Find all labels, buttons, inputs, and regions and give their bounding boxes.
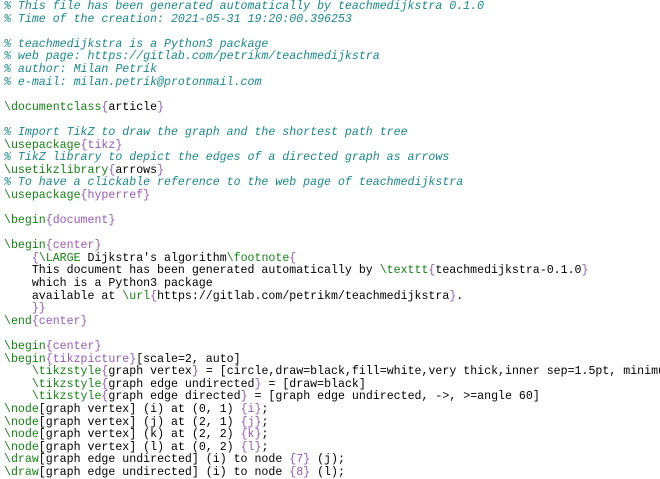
comment-token: % author: Milan Petrík (4, 62, 158, 76)
command-token: \end (4, 314, 32, 328)
text-token: This document has been generated automat… (4, 264, 380, 278)
argument-token: } (240, 390, 248, 404)
text-token: arrows (115, 163, 158, 177)
command-token: \node (4, 403, 39, 416)
code-line[interactable]: \usepackage{hyperref} (0, 188, 660, 203)
command-token: \documentclass (4, 100, 102, 114)
argument-token: {tikzpicture} (45, 352, 137, 366)
command-token: \tikzstyle (31, 365, 102, 379)
text-token: graph edge directed (108, 390, 241, 404)
argument-token: {k} (240, 428, 262, 442)
argument-token: {l} (240, 440, 262, 454)
argument-token: {i} (240, 403, 262, 416)
argument-token: } (191, 365, 199, 379)
text-token: ; (261, 428, 269, 442)
command-token: \texttt (379, 264, 429, 278)
text-token: teachmedijkstra-0.1.0 (435, 264, 582, 278)
text-token: . (456, 289, 464, 303)
argument-token: {center} (45, 239, 102, 253)
comment-token: % teachmedijkstra is a Python3 package (4, 37, 269, 51)
command-token: \begin (4, 340, 46, 354)
text-token: (j); (310, 453, 345, 467)
comment-token: % web page: https://gitlab.com/petrikm/t… (4, 50, 380, 64)
command-token: \usepackage (4, 188, 81, 202)
comment-token: % This file has been generated automatic… (4, 0, 485, 13)
command-token: \usetikzlibrary (4, 163, 109, 177)
text-token: graph vertex (108, 365, 192, 379)
argument-token: {center} (45, 340, 102, 354)
command-token: \node (4, 415, 39, 429)
comment-token: % Time of the creation: 2021-05-31 19:20… (4, 12, 352, 26)
comment-token: % TikZ library to depict the edges of a … (4, 151, 450, 165)
argument-token: } (581, 264, 589, 278)
code-line[interactable]: available at \url{https://gitlab.com/pet… (0, 289, 660, 304)
command-token: \tikzstyle (31, 390, 102, 404)
argument-token: {document} (45, 214, 116, 228)
text-token: = [circle,draw=black,fill=white,very thi… (205, 365, 660, 379)
comment-token: % e-mail: milan.petrik@protonmail.com (4, 75, 262, 89)
command-token: \begin (4, 352, 46, 366)
code-line[interactable]: \begin{document} (0, 214, 660, 228)
text-token: = [graph edge undirected, ->, >=angle 60… (247, 390, 540, 404)
text-token: [graph edge undirected] (i) to node (38, 453, 290, 467)
command-token: \draw (4, 465, 39, 479)
command-token: \node (4, 428, 39, 442)
argument-token: {j} (240, 415, 262, 429)
command-token: \begin (4, 214, 46, 228)
text-token: [graph vertex] (j) at (2, 1) (38, 415, 241, 429)
argument-token: {hyperref} (80, 188, 151, 202)
code-line[interactable]: % Time of the creation: 2021-05-31 19:20… (0, 12, 660, 27)
comment-token: % Import TikZ to draw the graph and the … (4, 125, 408, 139)
argument-token: {center} (31, 314, 88, 328)
code-line[interactable]: % e-mail: milan.petrik@protonmail.com (0, 75, 660, 90)
text-token: https://gitlab.com/petrikm/teachmedijkst… (157, 289, 450, 303)
command-token: \begin (4, 239, 46, 253)
text-token: [graph vertex] (i) at (0, 1) (38, 403, 241, 416)
text-token: = [draw=black] (261, 377, 366, 391)
text-token: which is a Python3 package (4, 277, 213, 291)
argument-token: { (31, 251, 39, 265)
command-token: \footnote (226, 251, 290, 265)
code-line[interactable]: \end{center} (0, 314, 660, 329)
text-token: article (108, 100, 158, 114)
text-token: [graph edge undirected] (i) to node (38, 465, 290, 479)
argument-token: {7} (289, 453, 311, 467)
argument-token: }} (31, 302, 46, 316)
command-token: \draw (4, 453, 39, 467)
argument-token: {8} (289, 465, 311, 479)
command-token: \url (122, 289, 151, 303)
code-line[interactable]: \documentclass{article} (0, 100, 660, 115)
code-editor[interactable]: % This file has been generated automatic… (0, 0, 660, 479)
text-token: [graph vertex] (l) at (0, 2) (38, 440, 241, 454)
command-token: \usepackage (4, 138, 81, 152)
command-token: \LARGE (38, 251, 81, 265)
code-line[interactable]: }} (0, 302, 660, 316)
comment-token: % To have a clickable reference to the w… (4, 176, 464, 190)
argument-token: {tikz} (80, 138, 123, 152)
argument-token: } (157, 163, 165, 177)
code-line[interactable]: \draw[graph edge undirected] (i) to node… (0, 465, 660, 479)
text-token: Dijkstra's algorithm (80, 251, 227, 265)
text-token: [graph vertex] (k) at (2, 2) (38, 428, 241, 442)
text-token: [scale=2, auto] (136, 352, 241, 366)
text-token: graph edge undirected (108, 377, 255, 391)
argument-token: { (289, 251, 297, 265)
text-token: ; (261, 403, 269, 416)
command-token: \node (4, 440, 39, 454)
argument-token: } (157, 100, 165, 114)
text-token: ; (261, 440, 269, 454)
command-token: \tikzstyle (31, 377, 102, 391)
text-token: available at (4, 289, 123, 303)
text-token: (l); (310, 465, 345, 479)
text-token: ; (261, 415, 269, 429)
